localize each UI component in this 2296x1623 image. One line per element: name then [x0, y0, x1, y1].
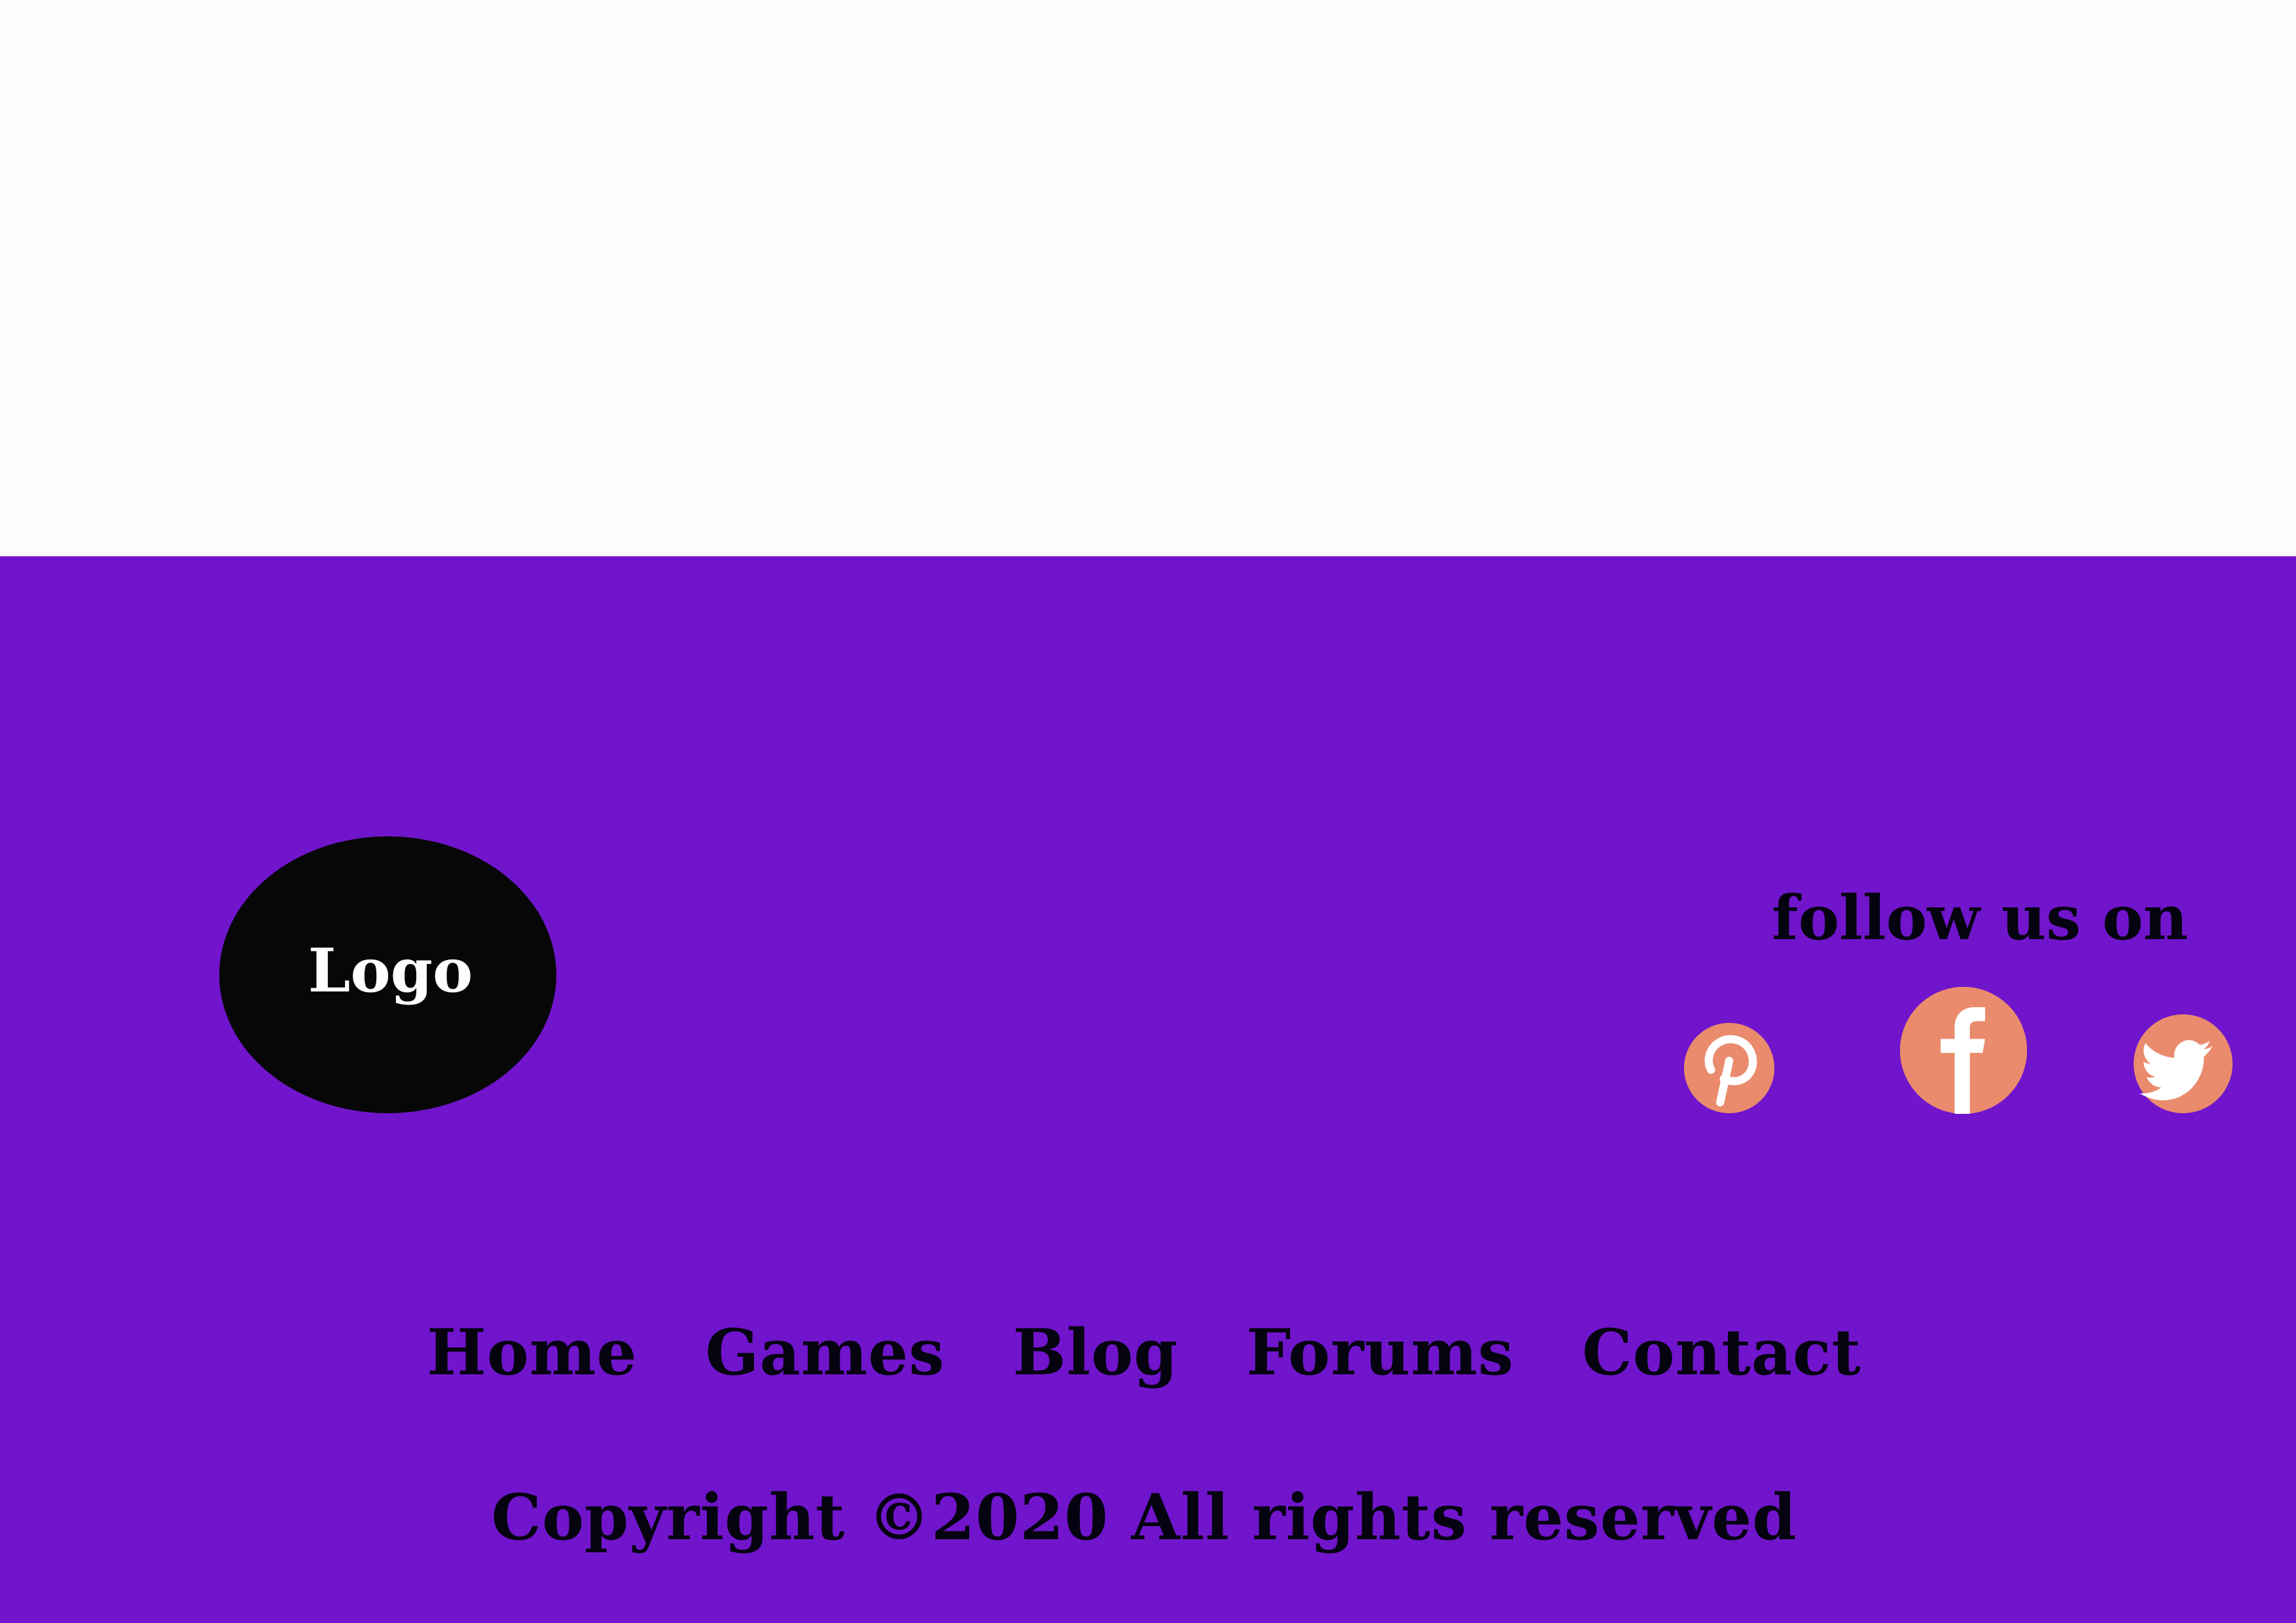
nav-forums[interactable]: Forums: [1246, 1315, 1514, 1389]
page-top-area: [0, 0, 2296, 556]
logo[interactable]: Logo: [219, 836, 556, 1113]
follow-us-heading: follow us on: [1772, 882, 2188, 954]
footer-nav: Home Games Blog Forums Contact: [0, 1315, 2292, 1389]
pinterest-icon[interactable]: [1684, 1023, 1774, 1113]
copyright-text: Copyright ©2020 All rights reserved: [491, 1480, 1797, 1554]
nav-contact[interactable]: Contact: [1582, 1315, 1861, 1389]
logo-text: Logo: [308, 935, 473, 1006]
twitter-icon[interactable]: [2134, 1014, 2233, 1113]
nav-home[interactable]: Home: [427, 1315, 637, 1389]
nav-blog[interactable]: Blog: [1013, 1315, 1179, 1389]
nav-games[interactable]: Games: [706, 1315, 945, 1389]
facebook-icon[interactable]: [1900, 987, 2027, 1114]
